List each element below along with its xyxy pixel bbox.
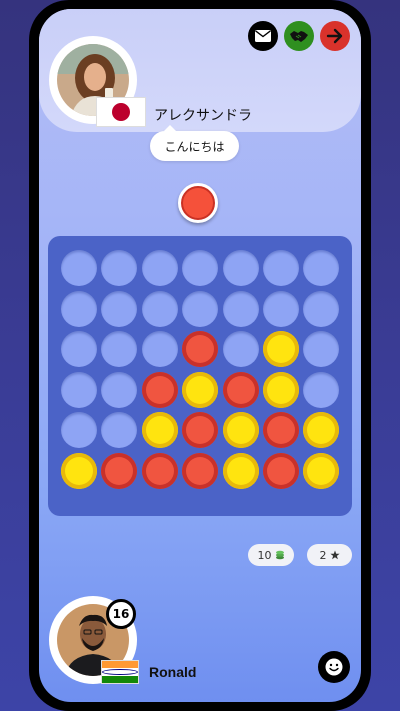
handshake-icon: [290, 31, 308, 42]
board-cell-r2-c1[interactable]: [61, 290, 97, 327]
stars-badge: 2: [307, 544, 352, 566]
opponent-name: アレクサンドラ: [154, 108, 252, 124]
board-cell-r4-c5[interactable]: [222, 371, 259, 408]
mail-button[interactable]: [248, 21, 278, 51]
board-cell-r5-c2[interactable]: [101, 412, 138, 449]
board-cell-r1-c6[interactable]: [263, 250, 299, 286]
board-cell-r2-c4[interactable]: [182, 290, 219, 327]
board-cell-r1-c5[interactable]: [222, 250, 259, 286]
board-cell-r5-c1[interactable]: [61, 412, 97, 449]
opponent-chat-bubble: こんにちは: [150, 125, 239, 161]
game-board[interactable]: [48, 236, 352, 516]
emoji-button[interactable]: [318, 651, 350, 683]
board-cell-r4-c7[interactable]: [303, 371, 340, 408]
board-cell-r1-c1[interactable]: [61, 250, 97, 286]
board-cell-r4-c3[interactable]: [141, 371, 178, 408]
board-cell-r5-c7[interactable]: [303, 412, 340, 449]
board-cell-r6-c2[interactable]: [101, 453, 138, 489]
board-cell-r6-c7[interactable]: [303, 453, 340, 489]
board-cell-r3-c6[interactable]: [263, 331, 299, 368]
board-cell-r1-c4[interactable]: [182, 250, 219, 286]
top-actions: [248, 21, 350, 51]
board-cell-r1-c3[interactable]: [141, 250, 178, 286]
game-screen: アレクサンドラ こんにちは 10 2 16 Ronald: [39, 9, 361, 702]
board-cell-r2-c3[interactable]: [141, 290, 178, 327]
envelope-icon: [255, 30, 271, 42]
arrow-right-icon: [326, 28, 343, 44]
coins-badge: 10: [248, 544, 294, 566]
board-cell-r4-c6[interactable]: [263, 371, 299, 408]
board-cell-r2-c6[interactable]: [263, 290, 299, 327]
board-cell-r2-c5[interactable]: [222, 290, 259, 327]
current-turn-disc: [178, 183, 218, 223]
board-cell-r6-c6[interactable]: [263, 453, 299, 489]
board-cell-r5-c5[interactable]: [222, 412, 259, 449]
star-icon: [329, 550, 340, 560]
player-name: Ronald: [149, 664, 197, 680]
board-cell-r5-c3[interactable]: [141, 412, 178, 449]
board-cell-r6-c5[interactable]: [222, 453, 259, 489]
board-cell-r3-c4[interactable]: [182, 331, 219, 368]
board-cell-r6-c1[interactable]: [61, 453, 97, 489]
player-level-badge: 16: [106, 599, 136, 629]
board-cell-r4-c4[interactable]: [182, 371, 219, 408]
coins-icon: [275, 550, 284, 560]
india-flag: [101, 660, 139, 684]
stars-count: 2: [319, 548, 327, 562]
board-cell-r1-c2[interactable]: [101, 250, 138, 286]
board-cell-r4-c1[interactable]: [61, 371, 97, 408]
exit-button[interactable]: [320, 21, 350, 51]
board-cell-r3-c1[interactable]: [61, 331, 97, 368]
board-cell-r6-c3[interactable]: [141, 453, 178, 489]
board-cell-r4-c2[interactable]: [101, 371, 138, 408]
board-cell-r3-c7[interactable]: [303, 331, 340, 368]
smiley-icon: [325, 658, 343, 676]
board-cell-r3-c2[interactable]: [101, 331, 138, 368]
board-cell-r5-c4[interactable]: [182, 412, 219, 449]
offer-draw-button[interactable]: [284, 21, 314, 51]
board-cell-r2-c7[interactable]: [303, 290, 340, 327]
board-cell-r3-c5[interactable]: [222, 331, 259, 368]
coins-count: 10: [257, 548, 272, 562]
board-cell-r1-c7[interactable]: [303, 250, 340, 286]
board-cell-r2-c2[interactable]: [101, 290, 138, 327]
japan-flag: [96, 97, 146, 127]
board-cell-r5-c6[interactable]: [263, 412, 299, 449]
board-cell-r3-c3[interactable]: [141, 331, 178, 368]
board-cell-r6-c4[interactable]: [182, 453, 219, 489]
